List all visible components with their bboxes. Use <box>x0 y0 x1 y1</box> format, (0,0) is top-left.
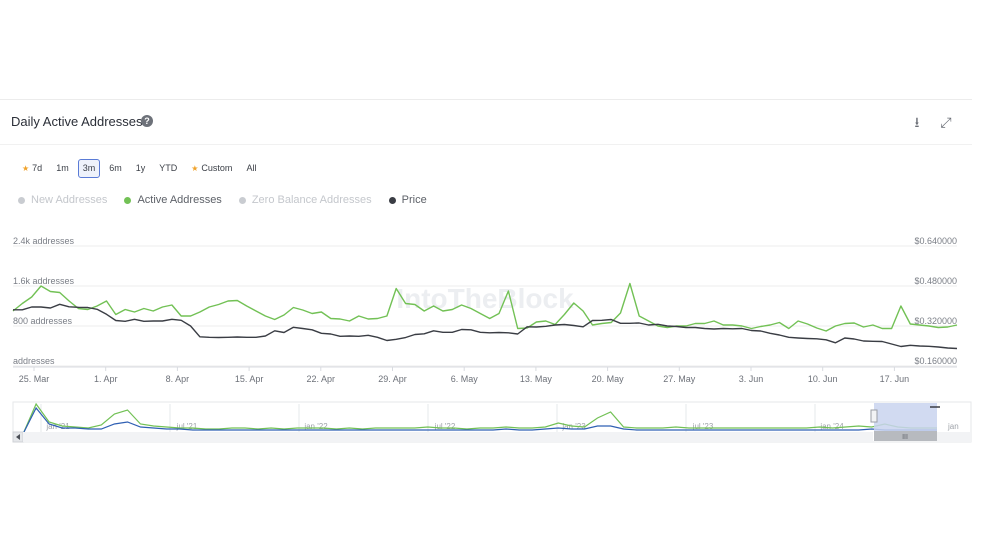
navigator-scrollbar-track <box>23 432 873 442</box>
chart-svg: IntoTheBlock2.4k addresses1.6k addresses… <box>12 236 972 443</box>
navigator-scrollbar-track-end <box>937 432 971 442</box>
x-tick-label: 8. Apr <box>166 374 190 384</box>
navigator-selection <box>874 403 937 431</box>
y-right-tick-label: $0.640000 <box>914 236 957 246</box>
navigator-handle-left <box>870 409 878 423</box>
x-tick-label: 1. Apr <box>94 374 118 384</box>
navigator-handle-label: III <box>902 434 908 441</box>
x-tick-label: 15. Apr <box>235 374 264 384</box>
y-left-tick-label: 2.4k addresses <box>13 236 75 246</box>
x-tick-label: 20. May <box>592 374 625 384</box>
x-tick-label: 25. Mar <box>19 374 50 384</box>
x-tick-label: 10. Jun <box>808 374 838 384</box>
x-tick-label: 17. Jun <box>880 374 910 384</box>
y-right-tick-label: $0.480000 <box>914 276 957 286</box>
x-tick-label: 29. Apr <box>378 374 407 384</box>
x-tick-label: 13. May <box>520 374 553 384</box>
y-left-tick-label: 1.6k addresses <box>13 276 75 286</box>
x-tick-label: 22. Apr <box>307 374 336 384</box>
y-left-tick-label: 800 addresses <box>13 316 73 326</box>
y-left-tick-label: addresses <box>13 356 55 366</box>
x-tick-label: 6. May <box>451 374 479 384</box>
x-tick-label: 3. Jun <box>739 374 764 384</box>
y-right-tick-label: $0.160000 <box>914 356 957 366</box>
x-tick-label: 27. May <box>663 374 696 384</box>
navigator-right-label: jan <box>947 422 959 431</box>
